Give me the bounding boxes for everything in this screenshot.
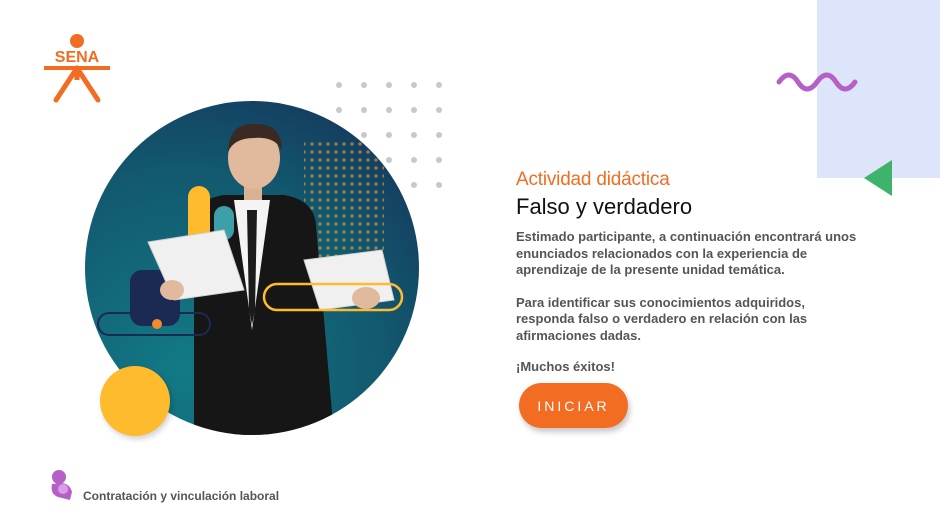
wave-decoration-icon [776,72,858,92]
logo-text: SENA [55,49,100,66]
activity-title: Falso y verdadero [516,194,693,219]
yellow-circle-decoration [100,366,170,436]
good-luck-text: ¡Muchos éxitos! [516,359,615,374]
triangle-decoration-icon [864,160,892,196]
intro-paragraph: Estimado participante, a continuación en… [516,229,857,277]
course-topic-icon [51,470,72,500]
activity-description: Actividad didáctica Falso y verdadero Es… [516,168,866,374]
course-topic-label: Contratación y vinculación laboral [83,489,280,503]
start-button[interactable]: INICIAR [519,383,628,428]
sena-logo-icon: SENA [44,34,110,103]
instructions-paragraph: Para identificar sus conocimientos adqui… [516,294,808,343]
activity-subtitle: Actividad didáctica [516,169,670,190]
